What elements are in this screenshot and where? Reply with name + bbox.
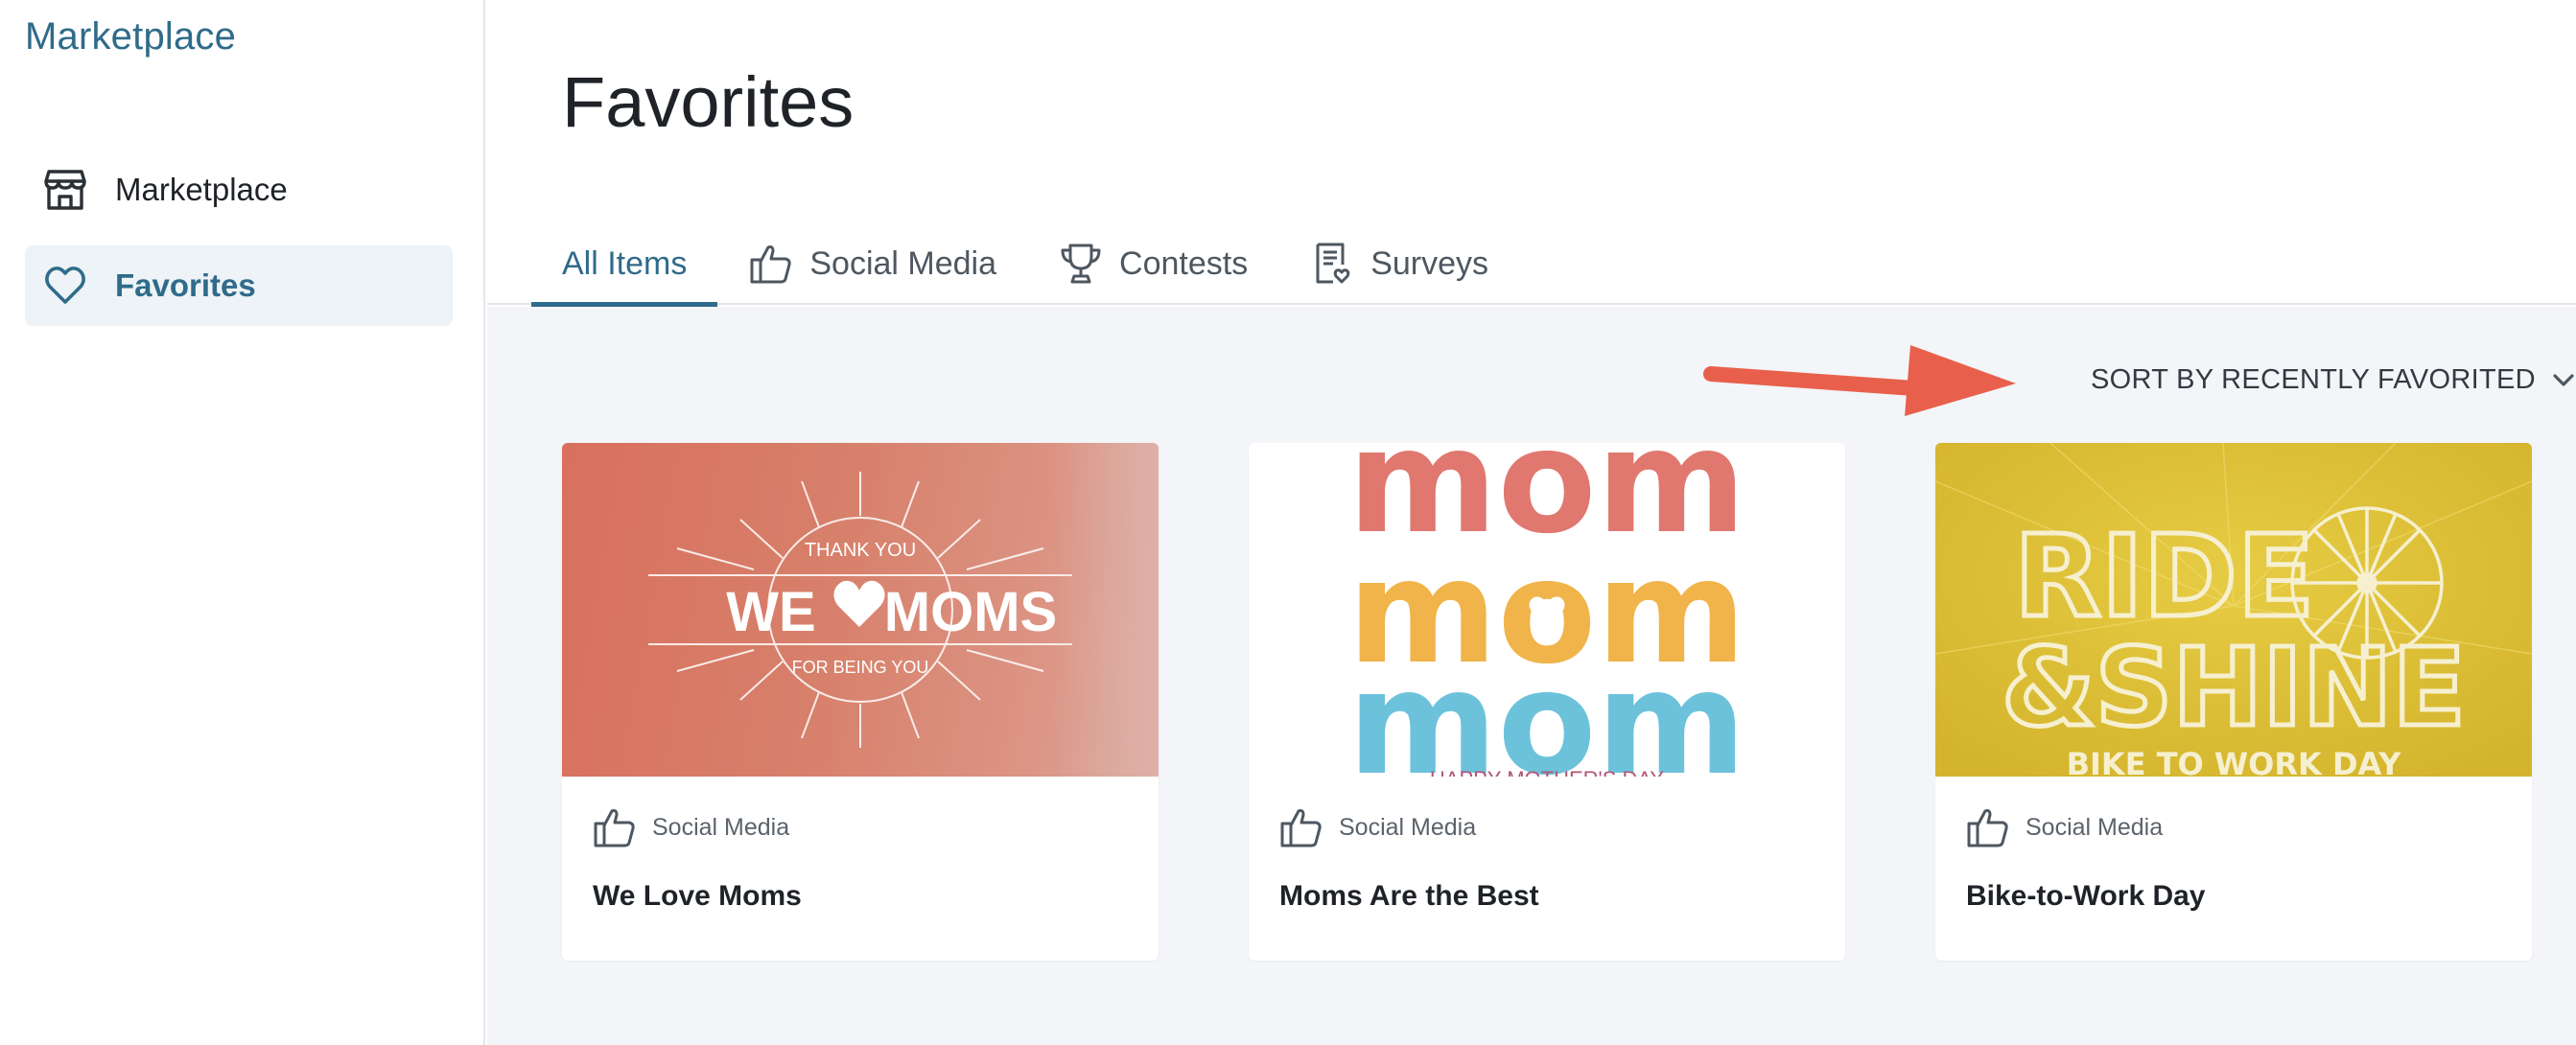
- tab-label: Surveys: [1370, 244, 1489, 282]
- card-category: Social Media: [1966, 805, 2163, 849]
- mom-mom-mom-graphic: mom mom mom HAPPY MOTHER'S DAY: [1347, 443, 1746, 777]
- svg-text:&SHINE: &SHINE: [2002, 626, 2466, 751]
- tab-all-items[interactable]: All Items: [531, 222, 718, 307]
- thumbs-up-icon: [1967, 809, 2008, 848]
- card-category: Social Media: [1279, 805, 1476, 849]
- thumbs-up-icon: [594, 809, 635, 848]
- thumbs-up-icon: [1280, 809, 1322, 848]
- svg-text:mom: mom: [1347, 640, 1746, 777]
- sidebar-item-marketplace[interactable]: Marketplace: [25, 150, 453, 230]
- card-thumbnail: THANK YOU WE MOMS FOR BEING YOU: [562, 443, 1159, 777]
- svg-text:THANK YOU: THANK YOU: [805, 540, 916, 561]
- svg-text:RIDE: RIDE: [2014, 510, 2314, 642]
- card-category-label: Social Media: [652, 813, 790, 841]
- card-thumbnail: mom mom mom HAPPY MOTHER'S DAY: [1249, 443, 1845, 777]
- svg-text:FOR BEING YOU: FOR BEING YOU: [792, 658, 929, 677]
- annotation-arrow-icon: [1703, 345, 2016, 416]
- card-title: Moms Are the Best: [1279, 880, 1539, 912]
- storefront-icon: [42, 167, 88, 213]
- sidebar: Marketplace Marketplace Favorites: [0, 0, 485, 1045]
- sidebar-item-label: Favorites: [115, 267, 256, 303]
- tab-label: Social Media: [809, 244, 997, 282]
- tab-label: All Items: [562, 244, 688, 282]
- favorites-grid-area: SORT BY RECENTLY FAVORITED THANK YOU WE …: [487, 307, 2576, 1045]
- sort-dropdown[interactable]: SORT BY RECENTLY FAVORITED: [2091, 357, 2576, 403]
- app-brand[interactable]: Marketplace: [25, 15, 236, 58]
- chevron-down-icon: [2553, 374, 2574, 386]
- svg-text:WE: WE: [726, 581, 815, 643]
- card-title: We Love Moms: [593, 880, 802, 912]
- card-title: Bike-to-Work Day: [1966, 880, 2206, 912]
- card-category-label: Social Media: [1339, 813, 1477, 841]
- tab-surveys[interactable]: Surveys: [1278, 222, 1519, 305]
- tab-bar: All Items Social Media Contests Surveys: [531, 222, 1519, 307]
- page-title: Favorites: [562, 62, 855, 142]
- card-thumbnail: RIDE &SHINE BIKE TO WORK DAY: [1935, 443, 2532, 777]
- page-header: Favorites All Items Social Media Contest…: [487, 0, 2576, 307]
- tab-label: Contests: [1119, 244, 1249, 282]
- sidebar-item-favorites[interactable]: Favorites: [25, 245, 453, 326]
- svg-text:HAPPY MOTHER'S DAY: HAPPY MOTHER'S DAY: [1430, 767, 1665, 777]
- svg-text:BIKE TO WORK DAY: BIKE TO WORK DAY: [2067, 746, 2402, 777]
- tab-social-media[interactable]: Social Media: [717, 222, 1027, 305]
- favorite-card[interactable]: mom mom mom HAPPY MOTHER'S DAY Social Me…: [1249, 443, 1845, 961]
- survey-icon: [1309, 241, 1355, 287]
- card-category-label: Social Media: [2026, 813, 2164, 841]
- thumbs-up-icon: [748, 241, 794, 287]
- trophy-icon: [1058, 241, 1104, 287]
- heart-icon: [42, 263, 88, 309]
- favorite-card[interactable]: THANK YOU WE MOMS FOR BEING YOU Social M…: [562, 443, 1159, 961]
- ride-and-shine-graphic: RIDE &SHINE BIKE TO WORK DAY: [1935, 443, 2532, 777]
- sidebar-item-label: Marketplace: [115, 172, 288, 207]
- tab-contests[interactable]: Contests: [1027, 222, 1278, 305]
- favorite-card[interactable]: RIDE &SHINE BIKE TO WORK DAY Social Medi…: [1935, 443, 2532, 961]
- sort-label: SORT BY RECENTLY FAVORITED: [2091, 363, 2536, 395]
- card-category: Social Media: [593, 805, 789, 849]
- svg-text:MOMS: MOMS: [884, 581, 1057, 643]
